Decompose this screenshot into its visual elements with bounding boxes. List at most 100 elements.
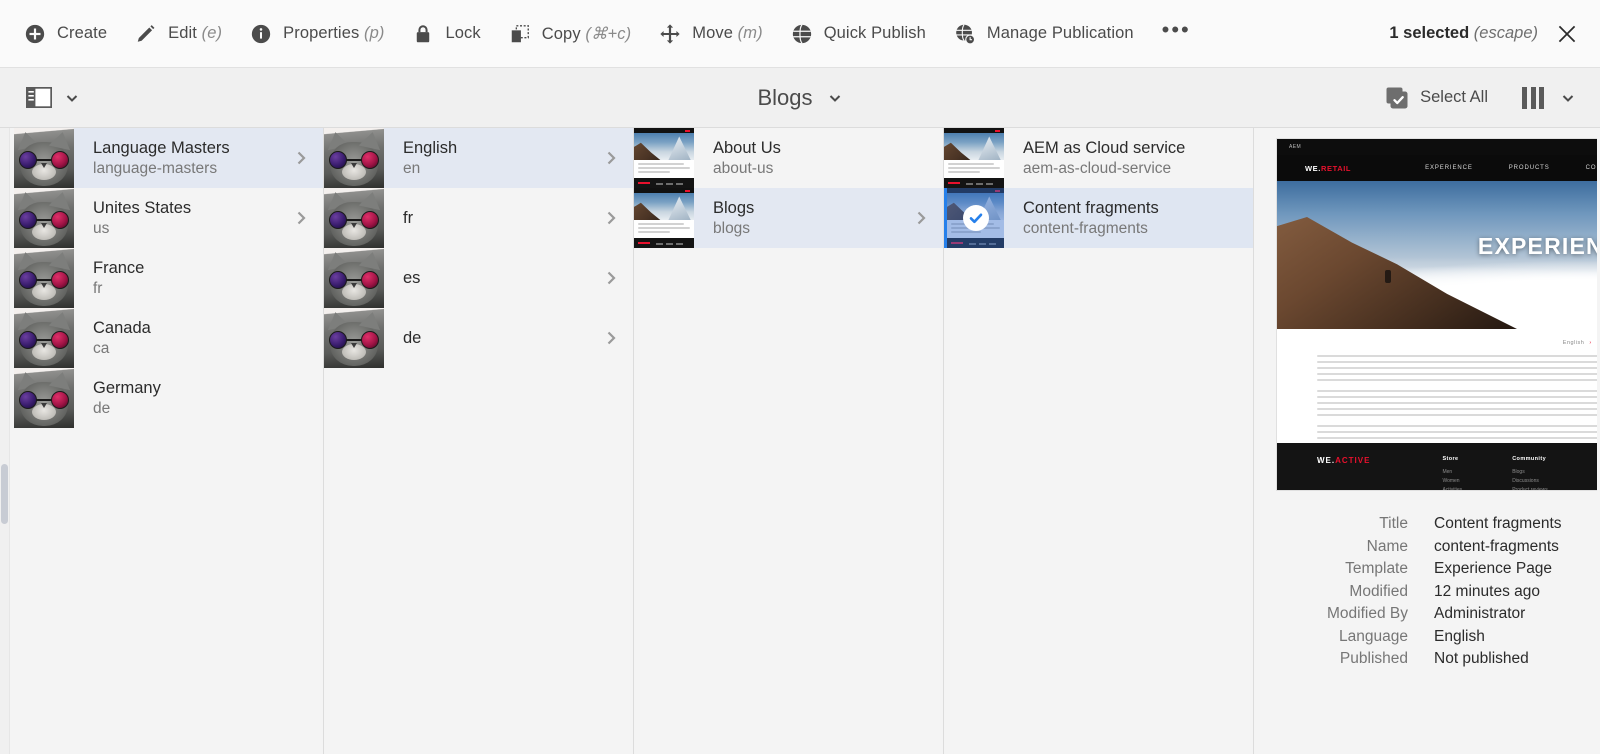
list-item[interactable]: Canada ca xyxy=(14,308,323,368)
list-item[interactable]: fr xyxy=(324,188,633,248)
view-switcher-button[interactable] xyxy=(1516,82,1582,114)
chevron-down-icon xyxy=(64,90,80,106)
metadata-value: 12 minutes ago xyxy=(1434,582,1540,600)
list-item-title: France xyxy=(93,258,145,277)
create-button[interactable]: Create xyxy=(10,15,121,53)
breadcrumb-home: English xyxy=(1562,340,1585,346)
footer-link: Blogs xyxy=(1512,469,1525,475)
preview-breadcrumb: English›Experience xyxy=(1317,340,1597,346)
list-item[interactable]: English en xyxy=(324,128,633,188)
list-item-title: Canada xyxy=(93,318,151,337)
metadata-key: Modified By xyxy=(1327,605,1408,622)
thumbnail xyxy=(14,188,74,248)
list-item-title: Unites States xyxy=(93,198,192,217)
list-item-text: About Us about-us xyxy=(694,138,913,179)
chevron-right-icon[interactable] xyxy=(293,150,309,166)
list-item[interactable]: Blogs blogs xyxy=(634,188,943,248)
list-item-title: About Us xyxy=(713,138,781,157)
list-item-name: ca xyxy=(93,339,110,357)
column-languages: English en fr es de xyxy=(324,128,634,754)
footer-heading: Store xyxy=(1442,456,1459,462)
list-item[interactable]: Content fragments content-fragments xyxy=(944,188,1253,248)
footer-link: Discussions xyxy=(1512,478,1539,484)
more-actions-button[interactable]: ••• xyxy=(1148,17,1205,51)
selection-count: 1 selected (escape) xyxy=(1389,24,1538,42)
vertical-scrollbar[interactable] xyxy=(0,128,10,754)
select-all-label: Select All xyxy=(1420,88,1488,106)
list-item[interactable]: de xyxy=(324,308,633,368)
preview-nav-links: EXPERIENCE PRODUCTS COMMUNITIES ABOUT US xyxy=(1425,165,1597,171)
lock-button[interactable]: Lock xyxy=(398,15,494,53)
preview-nav-item: COMMUNITIES xyxy=(1585,165,1597,171)
breadcrumb-title-button[interactable]: Blogs xyxy=(749,81,850,115)
chevron-right-icon[interactable] xyxy=(603,270,619,286)
list-item[interactable]: France fr xyxy=(14,248,323,308)
properties-button[interactable]: Properties (p) xyxy=(236,15,398,53)
list-item-title: Blogs xyxy=(713,198,755,217)
select-all-button[interactable]: Select All xyxy=(1379,81,1494,115)
column-browser: Language Masters language-masters Unites… xyxy=(0,128,1600,754)
info-icon xyxy=(250,23,272,45)
text-line xyxy=(1317,414,1597,416)
metadata-key: Title xyxy=(1379,515,1408,532)
list-item[interactable]: Unites States us xyxy=(14,188,323,248)
metadata-row: Modified 12 minutes ago xyxy=(1276,583,1585,601)
thumbnail xyxy=(324,188,384,248)
list-item-title: AEM as Cloud service xyxy=(1023,138,1186,157)
chevron-right-icon[interactable] xyxy=(603,150,619,166)
preview-footer-logo: WE.ACTIVE xyxy=(1317,456,1371,465)
thumbnail-selected[interactable] xyxy=(944,188,1004,248)
checkmark-icon[interactable] xyxy=(962,205,989,231)
more-dots-icon: ••• xyxy=(1161,16,1191,42)
copy-icon xyxy=(509,23,531,45)
list-item[interactable]: Germany de xyxy=(14,368,323,428)
text-line xyxy=(1317,373,1597,375)
page-metadata: Title Content fragments Name content-fra… xyxy=(1276,515,1597,668)
list-item-text: AEM as Cloud service aem-as-cloud-servic… xyxy=(1004,138,1223,179)
climber-figure xyxy=(1385,270,1391,283)
manage-publication-label: Manage Publication xyxy=(986,24,1134,42)
edit-button[interactable]: Edit (e) xyxy=(121,15,236,53)
list-item-text: es xyxy=(384,268,603,288)
metadata-value: Experience Page xyxy=(1434,560,1553,577)
metadata-row: Title Content fragments xyxy=(1276,515,1585,533)
create-icon xyxy=(24,23,46,45)
column-countries: Language Masters language-masters Unites… xyxy=(0,128,324,754)
chevron-right-icon[interactable] xyxy=(913,210,929,226)
list-item-text: de xyxy=(384,328,603,348)
list-item-title: Germany xyxy=(93,378,161,397)
metadata-row: Name content-fragments xyxy=(1276,538,1585,556)
aem-sites-column-view: Create Edit (e) Properties (p) Lock Copy… xyxy=(0,0,1600,754)
header-right-controls: Select All xyxy=(1379,81,1586,115)
globe-icon xyxy=(791,23,813,45)
quick-publish-label: Quick Publish xyxy=(823,24,926,42)
text-line xyxy=(1317,402,1597,404)
quick-publish-button[interactable]: Quick Publish xyxy=(777,15,940,53)
chevron-right-icon[interactable] xyxy=(293,210,309,226)
chevron-right-icon[interactable] xyxy=(603,330,619,346)
list-item[interactable]: Language Masters language-masters xyxy=(14,128,323,188)
manage-publication-button[interactable]: Manage Publication xyxy=(940,15,1148,53)
list-item[interactable]: es xyxy=(324,248,633,308)
footer-link: Women xyxy=(1442,478,1460,484)
close-icon[interactable] xyxy=(1554,21,1580,47)
metadata-value: Administrator xyxy=(1434,605,1526,622)
list-item-title: English xyxy=(403,138,458,157)
scrollbar-thumb[interactable] xyxy=(1,464,8,524)
list-item-text: Unites States us xyxy=(74,198,293,239)
column-pages: About Us about-us Blogs blogs xyxy=(634,128,944,754)
chevron-right-icon[interactable] xyxy=(603,210,619,226)
copy-button[interactable]: Copy (⌘+c) xyxy=(495,15,645,53)
list-item[interactable]: About Us about-us xyxy=(634,128,943,188)
metadata-row: Template Experience Page xyxy=(1276,560,1585,578)
move-button[interactable]: Move (m) xyxy=(645,15,776,53)
preview-site-logo: WE.RETAIL xyxy=(1305,163,1352,173)
list-item[interactable]: AEM as Cloud service aem-as-cloud-servic… xyxy=(944,128,1253,188)
rail-toggle-button[interactable] xyxy=(20,82,86,113)
edit-label: Edit (e) xyxy=(168,24,223,42)
footer-column: Community Blogs Discussions Product revi… xyxy=(1512,456,1548,490)
thumbnail xyxy=(324,248,384,308)
chevron-down-icon xyxy=(827,90,843,106)
preview-inner: AEM WE.RETAIL EXPERIENCE PRODUCTS COMMUN… xyxy=(1254,128,1597,668)
footer-legal: © 2016 ALL RIGHTS RESERVED TERMS OF USE … xyxy=(1532,490,1597,491)
